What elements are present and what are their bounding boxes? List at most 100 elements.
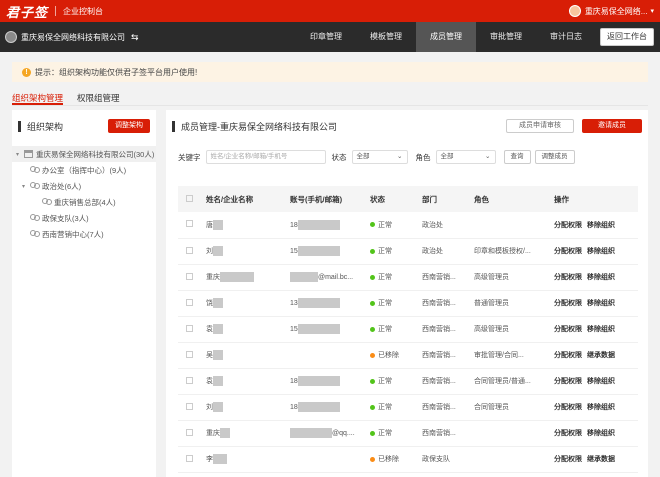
member-application-review-button[interactable]: 成员申请审核 xyxy=(506,119,574,133)
role-cell: 印章和模板授权/... xyxy=(474,238,554,265)
table-row: 吴 已移除 西南营销... 审批管理/合同... 分配权限 继承数据 xyxy=(178,342,638,369)
assign-permission-link[interactable]: 分配权限 xyxy=(554,274,582,281)
member-name: 饶 xyxy=(206,299,213,307)
role-cell: 高级管理员 xyxy=(474,264,554,291)
row-checkbox[interactable] xyxy=(186,246,193,254)
company-switcher[interactable]: 重庆易保全网络科技有限公司 ⇆ xyxy=(5,31,139,43)
assign-permission-link[interactable]: 分配权限 xyxy=(554,300,582,307)
status-dot-icon xyxy=(370,430,375,436)
status-cell: 正常 xyxy=(370,316,422,343)
remove-from-org-link[interactable]: 移除组织 xyxy=(587,430,615,437)
status-text: 正常 xyxy=(378,300,392,307)
org-tree-node[interactable]: ▾ 政治处(6人) xyxy=(12,178,156,194)
assign-permission-link[interactable]: 分配权限 xyxy=(554,404,582,411)
back-to-workbench-button[interactable]: 返回工作台 xyxy=(600,28,654,46)
sub-tab[interactable]: 组织架构管理 xyxy=(12,88,64,105)
user-menu[interactable]: 重庆易保全网络... ▾ xyxy=(568,5,654,17)
row-checkbox[interactable] xyxy=(186,454,193,462)
role-select[interactable]: 全部 ⌄ xyxy=(435,150,496,164)
redacted-mask xyxy=(297,246,340,256)
member-name-cell: 刘 xyxy=(206,238,290,265)
member-name-cell: 李 xyxy=(206,446,290,473)
remove-from-org-link[interactable]: 移除组织 xyxy=(587,326,615,333)
keyword-label: 关键字 xyxy=(178,152,201,162)
caret-down-icon[interactable]: ▾ xyxy=(16,151,24,158)
swap-icon[interactable]: ⇆ xyxy=(131,32,139,43)
adjust-structure-button[interactable]: 调整架构 xyxy=(108,119,150,133)
status-cell: 正常 xyxy=(370,212,422,239)
org-tree-node[interactable]: ▾ 重庆易保全网络科技有限公司(30人) xyxy=(12,146,156,162)
user-name: 重庆易保全网络... xyxy=(584,6,648,16)
company-avatar xyxy=(5,31,17,43)
status-text: 正常 xyxy=(378,326,392,333)
inherit-data-link[interactable]: 继承数据 xyxy=(587,352,615,359)
nav-tab[interactable]: 印章管理 xyxy=(296,22,356,52)
status-text: 正常 xyxy=(378,274,392,281)
remove-from-org-link[interactable]: 移除组织 xyxy=(587,222,615,229)
row-checkbox[interactable] xyxy=(186,376,193,384)
member-account-cell: @mail.bc... xyxy=(290,264,370,291)
member-account: @qq.... xyxy=(332,429,355,437)
row-checkbox[interactable] xyxy=(186,272,193,280)
redacted-mask xyxy=(213,376,223,387)
status-cell: 正常 xyxy=(370,238,422,265)
row-checkbox[interactable] xyxy=(186,220,193,228)
remove-from-org-link[interactable]: 移除组织 xyxy=(587,274,615,281)
row-checkbox[interactable] xyxy=(186,324,193,332)
column-header: 账号(手机/邮箱) xyxy=(290,186,370,212)
invite-member-button[interactable]: 邀请成员 xyxy=(582,119,642,133)
status-label: 状态 xyxy=(331,152,347,162)
remove-from-org-link[interactable]: 移除组织 xyxy=(587,404,615,411)
nav-tab[interactable]: 模板管理 xyxy=(356,22,416,52)
row-checkbox[interactable] xyxy=(186,428,193,436)
org-tree-node[interactable]: 西南营销中心(7人) xyxy=(12,226,156,242)
assign-permission-link[interactable]: 分配权限 xyxy=(554,456,582,463)
member-name: 刘 xyxy=(206,403,213,411)
department-cell: 西南营销... xyxy=(422,394,474,421)
assign-permission-link[interactable]: 分配权限 xyxy=(554,430,582,437)
table-header-row: 姓名/企业名称 账号(手机/邮箱) 状态 部门 角色 操作 xyxy=(178,186,638,212)
assign-permission-link[interactable]: 分配权限 xyxy=(554,222,582,229)
nav-tab[interactable]: 审批管理 xyxy=(476,22,536,52)
redacted-mask xyxy=(297,402,340,412)
status-select-value: 全部 xyxy=(356,153,370,160)
status-dot-icon xyxy=(370,326,375,332)
member-account-cell: 15 xyxy=(290,316,370,343)
assign-permission-link[interactable]: 分配权限 xyxy=(554,248,582,255)
row-select-cell xyxy=(178,446,206,473)
assign-permission-link[interactable]: 分配权限 xyxy=(554,378,582,385)
member-name: 唐 xyxy=(206,221,213,229)
org-tree-node[interactable]: 办公室（指挥中心）(9人) xyxy=(12,162,156,178)
assign-permission-link[interactable]: 分配权限 xyxy=(554,352,582,359)
remove-from-org-link[interactable]: 移除组织 xyxy=(587,248,615,255)
role-label: 角色 xyxy=(415,152,431,162)
row-select-cell xyxy=(178,368,206,395)
table-row: 重庆 @qq.... 正常 西南营销... 分配权限 移除组织 xyxy=(178,420,638,447)
remove-from-org-link[interactable]: 移除组织 xyxy=(587,300,615,307)
assign-permission-link[interactable]: 分配权限 xyxy=(554,326,582,333)
status-text: 正常 xyxy=(378,378,392,385)
search-button[interactable]: 查询 xyxy=(503,150,531,164)
row-checkbox[interactable] xyxy=(186,298,193,306)
status-select[interactable]: 全部 ⌄ xyxy=(351,150,408,164)
keyword-input[interactable]: 姓名/企业名称/邮箱/手机号 xyxy=(205,150,326,164)
nav-tab[interactable]: 成员管理 xyxy=(416,22,476,52)
row-checkbox[interactable] xyxy=(186,402,193,410)
row-checkbox[interactable] xyxy=(186,350,193,358)
member-name: 吴 xyxy=(206,351,213,359)
sub-tab[interactable]: 权限组管理 xyxy=(77,88,120,105)
remove-from-org-link[interactable]: 移除组织 xyxy=(587,378,615,385)
adjust-members-button[interactable]: 调整成员 xyxy=(534,150,575,164)
redacted-mask xyxy=(297,298,340,308)
org-tree-node[interactable]: 政保支队(3人) xyxy=(12,210,156,226)
redacted-mask xyxy=(290,428,332,438)
caret-down-icon[interactable]: ▾ xyxy=(22,183,30,190)
nav-tab[interactable]: 审计日志 xyxy=(536,22,596,52)
brand-logo[interactable]: 君子签 xyxy=(6,2,48,21)
select-all-checkbox[interactable] xyxy=(186,194,193,202)
role-cell xyxy=(474,446,554,473)
org-tree-node[interactable]: 重庆销售总部(4人) xyxy=(12,194,156,210)
sub-tabs: 组织架构管理 权限组管理 xyxy=(12,88,648,106)
member-account-cell: 18 xyxy=(290,212,370,239)
inherit-data-link[interactable]: 继承数据 xyxy=(587,456,615,463)
